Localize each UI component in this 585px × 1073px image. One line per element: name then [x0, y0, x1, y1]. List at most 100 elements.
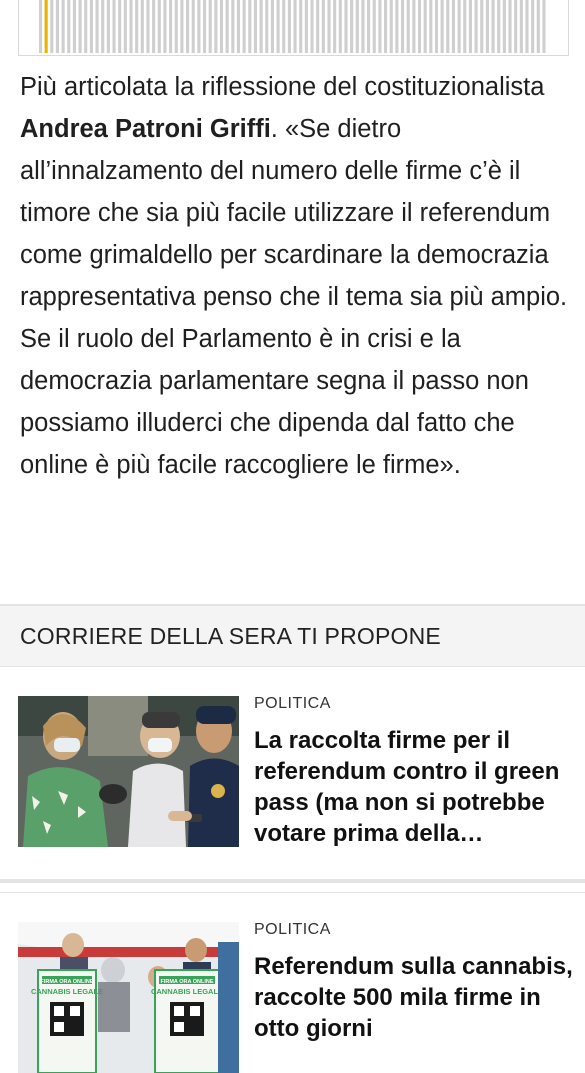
waveform-bar	[219, 0, 224, 54]
waveform-bar	[112, 0, 116, 54]
waveform-bar	[84, 0, 88, 54]
waveform-bar	[304, 0, 308, 54]
waveform-bar	[519, 0, 523, 54]
thumbnail-illustration	[18, 696, 239, 847]
waveform-bar	[491, 0, 495, 54]
waveform-bar	[542, 0, 546, 54]
audio-waveform-strip[interactable]	[18, 0, 569, 56]
waveform-bar	[417, 0, 422, 54]
waveform-bar	[282, 0, 286, 54]
photo-cannabis-legale-thumbnail[interactable]: FIRMA ORA ONLINE CANNABIS LEGALE FIRMA O…	[18, 922, 239, 1073]
waveform-bar	[327, 0, 331, 54]
thumbnail-illustration: FIRMA ORA ONLINE CANNABIS LEGALE FIRMA O…	[18, 922, 239, 1073]
waveform-bar	[197, 0, 201, 54]
waveform-bar	[344, 0, 348, 54]
waveform-bar	[270, 0, 274, 54]
waveform-bar	[174, 0, 178, 54]
waveform-bars	[38, 0, 546, 54]
waveform-bar	[429, 0, 433, 54]
waveform-bar	[350, 0, 354, 54]
waveform-bar	[400, 0, 405, 54]
waveform-bar	[169, 0, 173, 54]
waveform-bar	[372, 0, 376, 54]
waveform-bar	[480, 0, 484, 54]
waveform-bar	[406, 0, 410, 54]
waveform-bar	[333, 0, 337, 54]
waveform-bar	[361, 0, 365, 54]
card-category[interactable]: POLITICA	[254, 921, 331, 939]
waveform-bar	[389, 0, 393, 54]
waveform-bar	[423, 0, 427, 54]
waveform-bar	[163, 0, 167, 54]
waveform-bar-highlight	[44, 0, 48, 54]
sign-text: FIRMA ORA ONLINE	[160, 979, 213, 985]
waveform-bar	[61, 0, 65, 54]
waveform-bar	[474, 0, 478, 54]
waveform-bar	[242, 0, 246, 54]
waveform-bar	[50, 0, 54, 54]
waveform-bar	[259, 0, 263, 54]
waveform-bar	[468, 0, 472, 54]
waveform-bar	[502, 0, 506, 54]
recommendation-card[interactable]: FIRMA ORA ONLINE CANNABIS LEGALE FIRMA O…	[0, 892, 585, 1073]
waveform-bar	[78, 0, 82, 54]
waveform-bar	[276, 0, 280, 54]
waveform-bar	[531, 0, 535, 54]
waveform-bar	[202, 0, 207, 54]
waveform-bar	[412, 0, 416, 54]
waveform-bar	[367, 0, 371, 54]
waveform-bar	[338, 0, 342, 54]
waveform-bar	[118, 0, 122, 54]
waveform-bar	[287, 0, 291, 54]
author-name[interactable]: Andrea Patroni Griffi	[20, 115, 271, 143]
waveform-bar	[89, 0, 93, 54]
waveform-bar	[497, 0, 501, 54]
sign-text: FIRMA ORA ONLINE	[40, 979, 93, 985]
waveform-bar	[38, 0, 43, 54]
waveform-bar	[225, 0, 229, 54]
waveform-bar	[253, 0, 258, 54]
waveform-bar	[514, 0, 518, 54]
waveform-bar	[95, 0, 99, 54]
photo-police-signature-thumbnail[interactable]	[18, 696, 239, 847]
waveform-bar	[101, 0, 105, 54]
waveform-bar	[186, 0, 190, 54]
recommendations-title: CORRIERE DELLA SERA TI PROPONE	[20, 623, 441, 649]
waveform-bar	[157, 0, 161, 54]
waveform-bar	[457, 0, 461, 54]
sign-text: CANNABIS LEGALE	[31, 987, 103, 996]
waveform-bar	[451, 0, 456, 54]
waveform-bar	[293, 0, 297, 54]
waveform-bar	[508, 0, 512, 54]
paragraph-text-before: Più articolata la riflessione del costit…	[20, 73, 545, 101]
waveform-bar	[434, 0, 439, 54]
waveform-bar	[231, 0, 235, 54]
waveform-bar	[384, 0, 388, 54]
waveform-bar	[135, 0, 139, 54]
card-category[interactable]: POLITICA	[254, 695, 331, 713]
sign-text: CANNABIS LEGALE	[151, 987, 223, 996]
waveform-bar	[152, 0, 156, 54]
card-headline[interactable]: Referendum sulla cannabis, raccolte 500 …	[254, 951, 574, 1044]
waveform-bar	[355, 0, 359, 54]
waveform-bar	[67, 0, 71, 54]
waveform-bar	[536, 0, 540, 54]
waveform-bar	[106, 0, 110, 54]
waveform-bar	[129, 0, 133, 54]
waveform-bar	[395, 0, 399, 54]
waveform-bar	[485, 0, 489, 54]
waveform-bar	[140, 0, 144, 54]
recommendation-card[interactable]: POLITICA La raccolta firme per il refere…	[0, 667, 585, 883]
waveform-bar	[310, 0, 314, 54]
card-headline[interactable]: La raccolta firme per il referendum cont…	[254, 725, 574, 849]
recommendations-header: CORRIERE DELLA SERA TI PROPONE	[0, 606, 585, 667]
waveform-bar	[316, 0, 320, 54]
waveform-bar	[123, 0, 127, 54]
waveform-bar	[378, 0, 382, 54]
waveform-bar	[248, 0, 252, 54]
waveform-bar	[214, 0, 218, 54]
waveform-bar	[236, 0, 241, 54]
waveform-bar	[299, 0, 303, 54]
waveform-bar	[72, 0, 76, 54]
waveform-bar	[146, 0, 150, 54]
